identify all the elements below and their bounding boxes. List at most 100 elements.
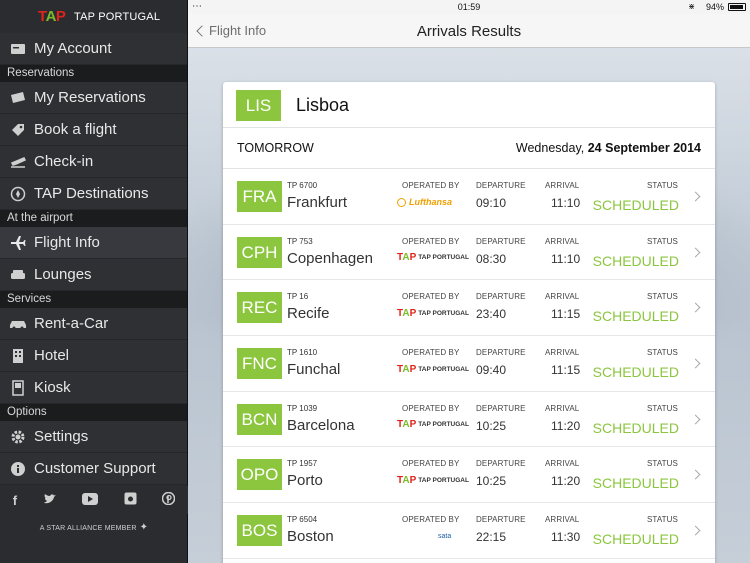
flight-origin-city: Copenhagen — [287, 249, 373, 267]
airport-code: LIS — [236, 90, 281, 121]
flight-origin-city: Funchal — [287, 361, 341, 379]
sidebar-item-lounges[interactable]: Lounges — [0, 259, 187, 291]
tap-logo-mark: TAP — [38, 8, 66, 25]
sidebar-item-customer-support[interactable]: Customer Support — [0, 453, 187, 485]
twitter-icon[interactable] — [43, 493, 57, 508]
sidebar-item-book-a-flight[interactable]: Book a flight — [0, 114, 187, 146]
departure-time: 10:25 — [476, 474, 507, 489]
departure-label: DEPARTURE — [476, 459, 526, 469]
arrival-time: 11:20 — [551, 418, 581, 433]
carrier-logo-tap: TAP TAP PORTUGAL — [397, 307, 469, 319]
operated-by-label: OPERATED BY — [402, 348, 460, 358]
operated-by-label: OPERATED BY — [402, 292, 460, 302]
sidebar-item-my-reservations[interactable]: My Reservations — [0, 82, 187, 114]
flight-row[interactable]: FRA TP 6700 Frankfurt OPERATED BY Luftha… — [223, 169, 715, 225]
section-at-the-airport: At the airport — [0, 210, 187, 227]
flight-row[interactable]: OPO TP 1957 Porto OPERATED BY TAP TAP POR… — [223, 447, 715, 504]
arrival-label: ARRIVAL — [545, 236, 580, 246]
tag-icon — [9, 121, 27, 139]
chevron-right-icon — [690, 469, 701, 480]
flight-number: TP 1039 — [287, 403, 318, 413]
sidebar: TAP TAP PORTUGAL My Account Reservations… — [0, 0, 188, 563]
departure-label: DEPARTURE — [476, 181, 526, 190]
status-badge: SCHEDULED — [592, 308, 679, 325]
departure-time: 10:25 — [476, 418, 507, 433]
operated-by-label: OPERATED BY — [402, 459, 460, 469]
sidebar-item-my-account[interactable]: My Account — [0, 33, 187, 65]
sidebar-item-flight-info[interactable]: Flight Info — [0, 227, 187, 259]
sidebar-item-label: Hotel — [34, 347, 70, 364]
arrival-time: 11:30 — [551, 530, 581, 545]
flight-number: TP 1957 — [287, 459, 318, 469]
car-icon — [9, 315, 27, 333]
sidebar-item-tap-destinations[interactable]: TAP Destinations — [0, 178, 187, 210]
youtube-icon[interactable] — [82, 492, 99, 508]
flight-row[interactable]: REC TP 16 Recife OPERATED BY TAP TAP PORT… — [223, 280, 715, 337]
carrier-logo-lufthansa: Lufthansa — [397, 195, 452, 209]
plane-icon — [9, 234, 27, 252]
status-badge: SCHEDULED — [592, 475, 679, 492]
arrival-label: ARRIVAL — [545, 292, 580, 302]
sofa-icon — [9, 266, 27, 284]
tap-logo: TAP TAP PORTUGAL — [0, 0, 187, 33]
flight-origin-code: FNC — [237, 348, 282, 380]
operated-by-label: OPERATED BY — [402, 181, 460, 190]
flight-row[interactable]: CPH TP 753 Copenhagen OPERATED BY TAP TAP… — [223, 225, 715, 281]
account-card-icon — [9, 40, 27, 58]
instagram-icon[interactable] — [124, 492, 137, 508]
arrival-time: 11:10 — [551, 251, 581, 266]
departure-label: DEPARTURE — [476, 292, 526, 302]
arrival-time: 11:15 — [551, 307, 581, 322]
flight-number: TP 6700 — [287, 181, 318, 190]
sidebar-item-hotel[interactable]: Hotel — [0, 340, 187, 372]
flight-list: FRA TP 6700 Frankfurt OPERATED BY Luftha… — [223, 169, 715, 559]
star-alliance-label: A STAR ALLIANCE MEMBER — [39, 525, 137, 532]
bluetooth-icon: ⋇ — [688, 2, 695, 11]
status-label: STATUS — [647, 292, 678, 302]
status-badge: SCHEDULED — [592, 364, 679, 381]
location-pin-icon — [9, 185, 27, 203]
sidebar-item-label: Lounges — [34, 266, 92, 283]
flight-row[interactable]: BOS TP 6504 Boston OPERATED BY sata DEPA… — [223, 503, 715, 559]
departure-label: DEPARTURE — [476, 236, 526, 246]
sidebar-item-label: Flight Info — [34, 234, 100, 251]
flight-origin-code: FRA — [237, 181, 282, 212]
sidebar-item-check-in[interactable]: Check-in — [0, 146, 187, 178]
lufthansa-crane-icon — [397, 197, 406, 207]
flight-origin-city: Boston — [287, 528, 334, 546]
battery-icon — [728, 3, 746, 11]
status-bar: ⋯ 01:59 ⋇ 94% — [188, 0, 750, 14]
flight-number: TP 753 — [287, 236, 313, 246]
sidebar-item-label: Customer Support — [34, 460, 156, 477]
flight-origin-code: CPH — [237, 236, 282, 268]
departure-label: DEPARTURE — [476, 515, 526, 525]
sidebar-item-rent-a-car[interactable]: Rent-a-Car — [0, 308, 187, 340]
hotel-icon — [9, 347, 27, 365]
sidebar-item-kiosk[interactable]: Kiosk — [0, 372, 187, 404]
tap-mark-icon: TAP — [397, 252, 417, 264]
facebook-icon[interactable]: f — [13, 493, 17, 508]
arrival-time: 11:20 — [551, 474, 581, 489]
flight-row[interactable]: FNC TP 1610 Funchal OPERATED BY TAP TAP P… — [223, 336, 715, 392]
sidebar-item-label: Settings — [34, 428, 89, 445]
flight-origin-code: REC — [237, 292, 282, 324]
plane-takeoff-icon — [9, 153, 27, 171]
carrier-logo-tap: TAP TAP PORTUGAL — [397, 252, 469, 264]
operated-by-label: OPERATED BY — [402, 236, 460, 246]
status-badge: SCHEDULED — [592, 252, 679, 269]
status-badge: SCHEDULED — [592, 419, 679, 436]
carrier-logo-sata: sata — [438, 532, 452, 540]
flight-row[interactable]: BCN TP 1039 Barcelona OPERATED BY TAP TAP… — [223, 392, 715, 448]
carrier-logo-tap: TAP TAP PORTUGAL — [397, 363, 469, 375]
flight-number: TP 6504 — [287, 515, 318, 525]
info-icon — [9, 460, 27, 478]
status-label: STATUS — [647, 515, 678, 525]
flight-origin-city: Frankfurt — [287, 194, 348, 211]
sidebar-item-settings[interactable]: Settings — [0, 421, 187, 453]
arrival-label: ARRIVAL — [545, 403, 580, 413]
pinterest-icon[interactable] — [161, 491, 176, 508]
departure-time: 22:15 — [476, 530, 507, 545]
chevron-right-icon — [690, 414, 701, 425]
arrival-label: ARRIVAL — [545, 515, 580, 525]
arrival-label: ARRIVAL — [545, 181, 580, 190]
